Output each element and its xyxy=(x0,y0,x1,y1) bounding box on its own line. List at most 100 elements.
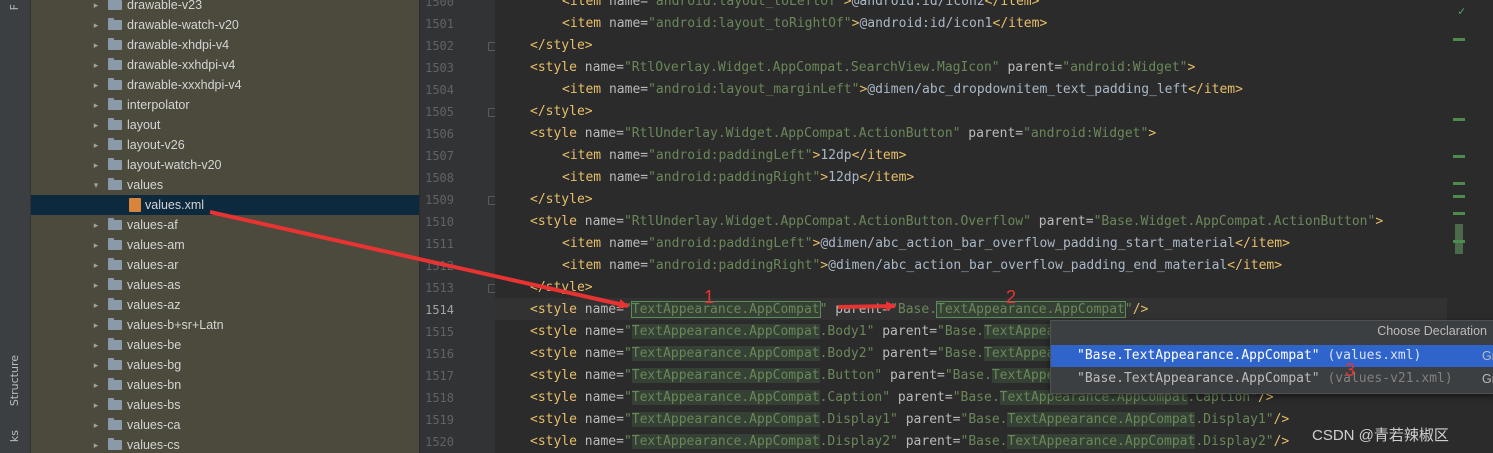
declaration-option[interactable]: "Base.TextAppearance.AppCompat" (values-… xyxy=(1051,368,1493,390)
code-line[interactable]: <style name="RtlOverlay.Widget.AppCompat… xyxy=(530,57,1195,79)
chevron-right-icon[interactable]: ▸ xyxy=(91,295,101,315)
chevron-down-icon[interactable]: ▾ xyxy=(91,175,101,195)
tree-item[interactable]: ▸ drawable-xhdpi-v4 xyxy=(31,35,419,55)
chevron-right-icon[interactable]: ▸ xyxy=(91,395,101,415)
code-token: parent= xyxy=(1030,214,1094,229)
declaration-option[interactable]: "Base.TextAppearance.AppCompat" (values.… xyxy=(1051,345,1493,367)
code-line[interactable]: <style name="TextAppearance.AppCompat" p… xyxy=(530,299,1148,321)
tree-item[interactable]: ▸ values-az xyxy=(31,295,419,315)
code-token: "Base. xyxy=(944,368,992,383)
tree-item[interactable]: ▸ values-bn xyxy=(31,375,419,395)
project-tree: ▸ drawable-v23 ▸ drawable-watch-v20 ▸ drawabl… xyxy=(31,0,419,453)
code-token: name= xyxy=(584,368,624,383)
chevron-right-icon[interactable]: ▸ xyxy=(91,0,101,15)
tree-item-label: values-bs xyxy=(127,398,181,412)
code-line[interactable]: <item name="android:paddingRight">12dp</… xyxy=(562,167,914,189)
tree-item[interactable]: ▸ values-af xyxy=(31,215,419,235)
code-line[interactable]: <item name="android:layout_toLeftOf">@an… xyxy=(562,0,1039,13)
error-stripe-mark xyxy=(1453,155,1465,158)
code-line[interactable]: <item name="android:paddingRight">@dimen… xyxy=(562,255,1282,277)
structure-tab[interactable]: Structure xyxy=(8,355,21,406)
code-token: "Base. xyxy=(937,324,984,339)
code-line[interactable]: <item name="android:paddingLeft">12dp</i… xyxy=(562,145,906,167)
chevron-right-icon[interactable]: ▸ xyxy=(91,55,101,75)
project-tab-fragment[interactable]: F xyxy=(8,4,21,10)
chevron-right-icon[interactable]: ▸ xyxy=(91,155,101,175)
chevron-right-icon[interactable]: ▸ xyxy=(91,275,101,295)
tree-item[interactable]: ▸ values-ca xyxy=(31,415,419,435)
annotation-number-2: 2 xyxy=(1006,287,1017,307)
line-number: 1512 xyxy=(425,259,454,273)
chevron-right-icon[interactable]: ▸ xyxy=(91,355,101,375)
tree-item[interactable]: ▸ drawable-xxhdpi-v4 xyxy=(31,55,419,75)
tree-item-label: interpolator xyxy=(127,98,190,112)
chevron-right-icon[interactable]: ▸ xyxy=(91,135,101,155)
tree-item[interactable]: ▸ values-cs xyxy=(31,435,419,453)
code-token: <item xyxy=(562,82,609,97)
tree-item[interactable]: ▸ layout xyxy=(31,115,419,135)
code-token: </item> xyxy=(1227,258,1283,273)
tree-item[interactable]: ▸ layout-watch-v20 xyxy=(31,155,419,175)
inspection-ok-icon[interactable]: ✓ xyxy=(1458,4,1465,18)
tree-item[interactable]: ▸ values-bs xyxy=(31,395,419,415)
code-line[interactable]: </style> xyxy=(530,189,593,211)
code-token: name= xyxy=(584,324,624,339)
tree-item[interactable]: values.xml xyxy=(31,195,419,215)
code-line[interactable]: </style> xyxy=(530,101,593,123)
code-line[interactable]: <style name="RtlUnderlay.Widget.AppCompa… xyxy=(530,211,1383,233)
chevron-right-icon[interactable]: ▸ xyxy=(91,315,101,335)
chevron-right-icon[interactable]: ▸ xyxy=(91,335,101,355)
chevron-right-icon[interactable]: ▸ xyxy=(91,235,101,255)
folder-icon xyxy=(108,258,122,270)
code-token: "android:paddingLeft" xyxy=(648,148,813,163)
code-token: TextAppearance.AppCompat xyxy=(1007,434,1196,449)
tree-item[interactable]: ▸ values-be xyxy=(31,335,419,355)
code-token: "android:layout_marginLeft" xyxy=(648,82,860,97)
chevron-right-icon[interactable]: ▸ xyxy=(91,435,101,453)
chevron-right-icon[interactable]: ▸ xyxy=(91,95,101,115)
chevron-right-icon[interactable]: ▸ xyxy=(91,35,101,55)
tree-item[interactable]: ▸ drawable-watch-v20 xyxy=(31,15,419,35)
code-token: "android:Widget" xyxy=(1062,60,1188,75)
scroll-thumb[interactable] xyxy=(1455,224,1463,254)
tree-item[interactable]: ▸ values-bg xyxy=(31,355,419,375)
code-token: " xyxy=(623,302,632,317)
chevron-right-icon[interactable]: ▸ xyxy=(91,75,101,95)
code-line[interactable]: </style> xyxy=(530,277,593,299)
code-token: > xyxy=(1187,60,1196,75)
tree-item[interactable]: ▸ values-am xyxy=(31,235,419,255)
chevron-right-icon[interactable]: ▸ xyxy=(91,115,101,135)
folder-icon xyxy=(108,378,122,390)
tree-item[interactable]: ▸ interpolator xyxy=(31,95,419,115)
code-token: "RtlUnderlay.Widget.AppCompat.ActionButt… xyxy=(623,126,961,141)
tree-item[interactable]: ▸ values-as xyxy=(31,275,419,295)
tree-item[interactable]: ▸ drawable-v23 xyxy=(31,0,419,15)
chevron-right-icon[interactable]: ▸ xyxy=(91,255,101,275)
code-line[interactable]: <style name="TextAppearance.AppCompat.Di… xyxy=(530,431,1289,453)
chevron-right-icon[interactable]: ▸ xyxy=(91,15,101,35)
tree-item-label: drawable-xhdpi-v4 xyxy=(127,38,230,52)
chevron-right-icon[interactable]: ▸ xyxy=(91,415,101,435)
code-token: TextAppearance.AppCompat xyxy=(630,301,821,318)
tree-item[interactable]: ▸ values-ar xyxy=(31,255,419,275)
chevron-right-icon[interactable]: ▸ xyxy=(91,215,101,235)
code-token: TextAppearance.AppCompat xyxy=(631,346,820,361)
code-line[interactable]: <item name="android:layout_marginLeft">@… xyxy=(562,79,1243,101)
tree-item[interactable]: ▸ drawable-xxxhdpi-v4 xyxy=(31,75,419,95)
tree-item-label: values-ca xyxy=(127,418,181,432)
code-token: name= xyxy=(608,0,649,9)
bookmarks-tab-fragment[interactable]: ks xyxy=(8,430,21,442)
popup-title: Choose Declaration xyxy=(1377,324,1487,338)
tree-item[interactable]: ▸ values-b+sr+Latn xyxy=(31,315,419,335)
code-token: TextAppearance.AppCompat xyxy=(631,434,820,449)
code-line[interactable]: <item name="android:layout_toRightOf">@a… xyxy=(562,13,1047,35)
code-line[interactable]: <item name="android:paddingLeft">@dimen/… xyxy=(562,233,1290,255)
code-line[interactable]: <style name="TextAppearance.AppCompat.Di… xyxy=(530,409,1289,431)
annotation-number-3: 3 xyxy=(1345,360,1356,380)
code-line[interactable]: </style> xyxy=(530,35,593,57)
tree-item[interactable]: ▾ values xyxy=(31,175,419,195)
code-token: @android:id/icon2 xyxy=(851,0,985,9)
code-line[interactable]: <style name="RtlUnderlay.Widget.AppCompa… xyxy=(530,123,1156,145)
chevron-right-icon[interactable]: ▸ xyxy=(91,375,101,395)
tree-item[interactable]: ▸ layout-v26 xyxy=(31,135,419,155)
